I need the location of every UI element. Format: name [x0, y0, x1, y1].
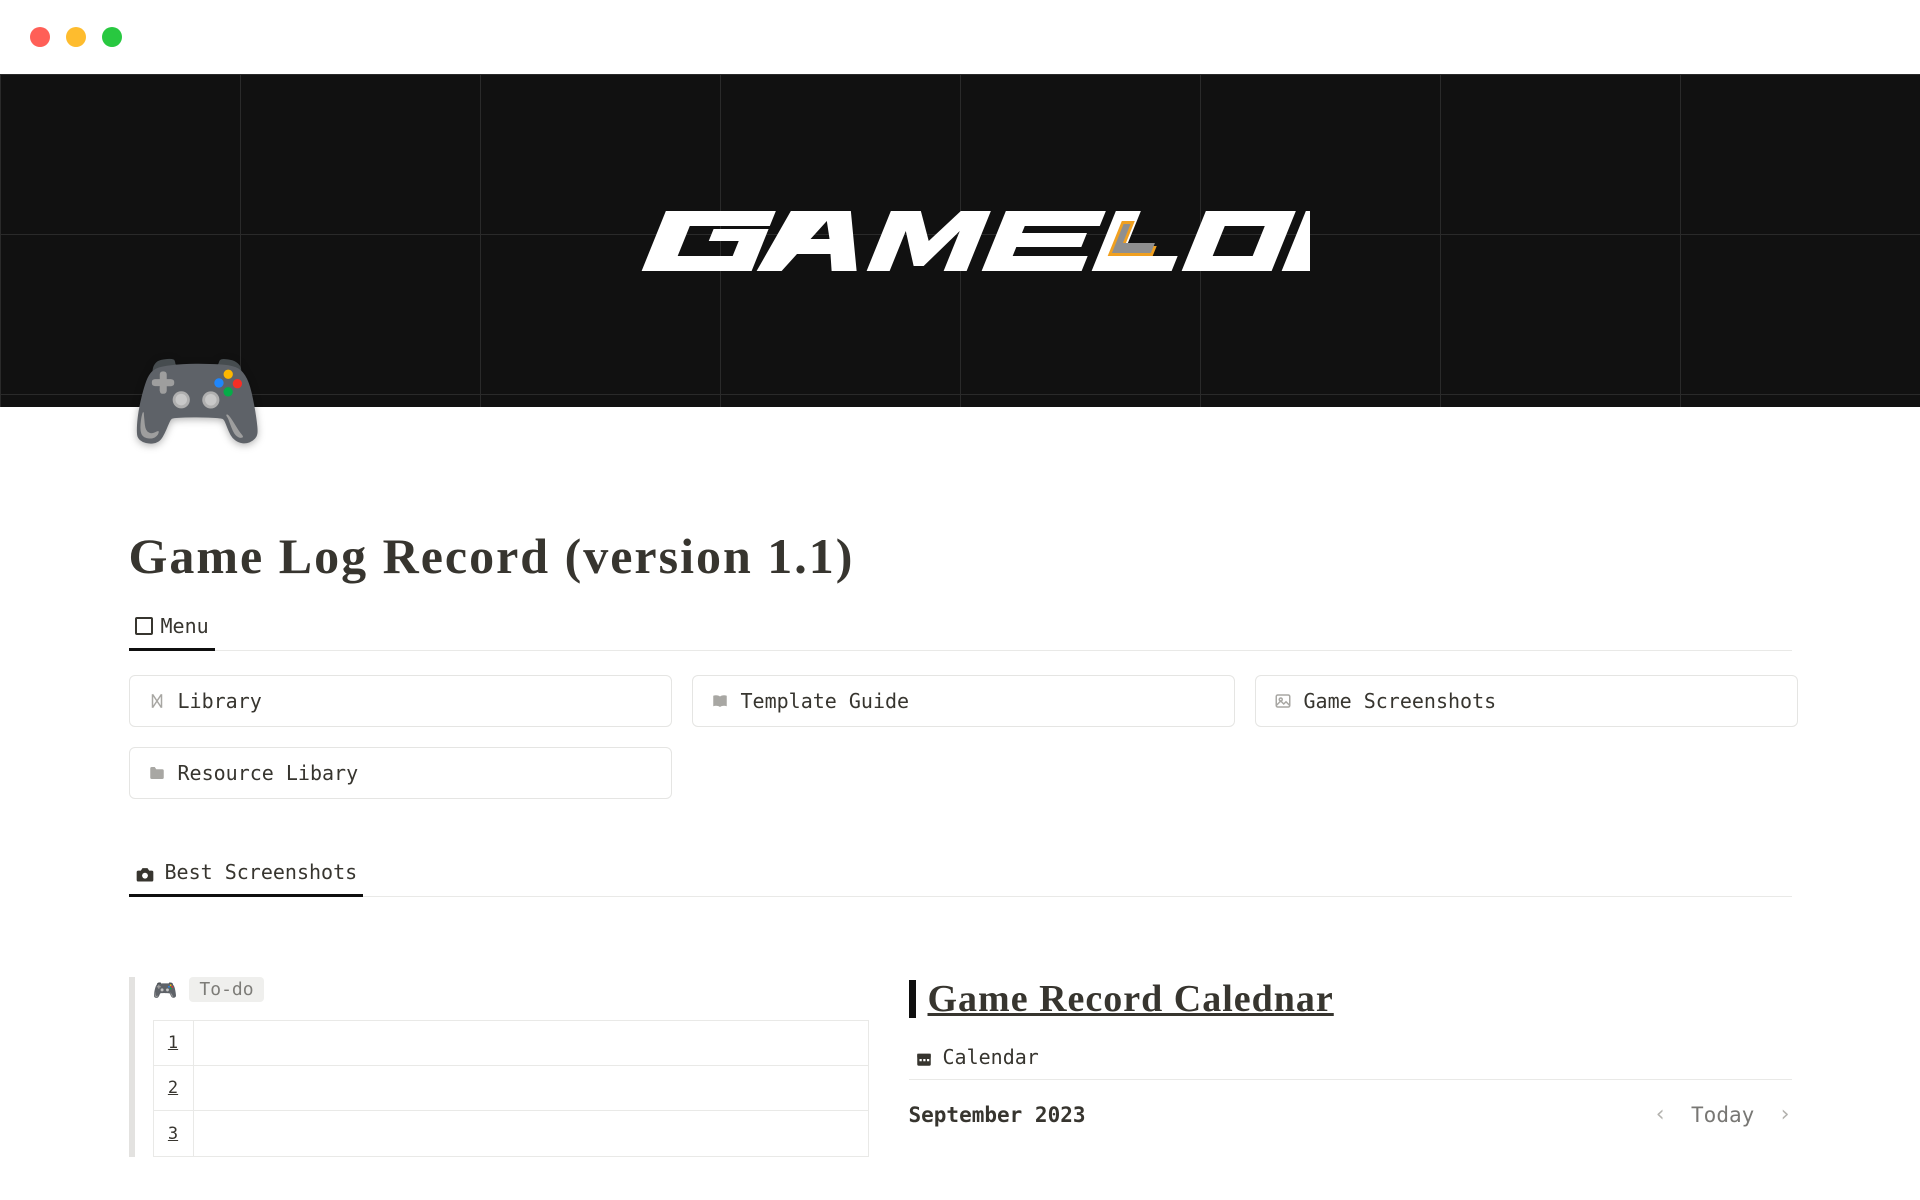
window-close-button[interactable] — [30, 27, 50, 47]
card-library-label: Library — [178, 689, 262, 713]
lower-columns: 🎮 To-do 1 2 3 — [129, 977, 1792, 1157]
card-game-screenshots[interactable]: Game Screenshots — [1255, 675, 1798, 727]
card-resource-library[interactable]: Resource Libary — [129, 747, 672, 799]
menu-card-grid: Library Template Guide Game Screenshots … — [129, 675, 1792, 799]
todo-tag: To-do — [189, 977, 263, 1002]
page-title[interactable]: Game Log Record (version 1.1) — [129, 527, 1792, 585]
calendar-block: Game Record Calednar Calendar September … — [909, 977, 1792, 1127]
todo-block: 🎮 To-do 1 2 3 — [129, 977, 869, 1157]
todo-row[interactable]: 2 — [154, 1066, 868, 1111]
calendar-header: September 2023 ‹ Today › — [909, 1102, 1792, 1127]
calendar-today-button[interactable]: Today — [1691, 1103, 1754, 1127]
todo-row[interactable]: 3 — [154, 1111, 868, 1156]
notion-page-icon — [148, 692, 166, 710]
card-library[interactable]: Library — [129, 675, 672, 727]
cover-image — [0, 74, 1920, 407]
best-screenshots-tab-row: Best Screenshots — [129, 859, 1792, 897]
tab-menu-label: Menu — [161, 614, 209, 638]
folder-icon — [148, 764, 166, 782]
mac-titlebar — [0, 0, 1920, 74]
card-template-guide[interactable]: Template Guide — [692, 675, 1235, 727]
todo-row-number: 1 — [154, 1021, 194, 1065]
tab-best-screenshots[interactable]: Best Screenshots — [129, 860, 364, 897]
tab-calendar[interactable]: Calendar — [909, 1045, 1045, 1079]
book-open-icon — [711, 692, 729, 710]
calendar-title-bar — [909, 980, 916, 1018]
todo-row-number: 3 — [154, 1111, 194, 1156]
card-template-guide-label: Template Guide — [741, 689, 910, 713]
calendar-month-label: September 2023 — [909, 1103, 1086, 1127]
square-icon — [135, 617, 153, 635]
card-game-screenshots-label: Game Screenshots — [1304, 689, 1497, 713]
gamepad-icon: 🎮 — [153, 978, 178, 1002]
calendar-nav: ‹ Today › — [1654, 1102, 1792, 1127]
todo-row[interactable]: 1 — [154, 1021, 868, 1066]
calendar-title-wrap: Game Record Calednar — [909, 977, 1792, 1021]
tab-menu[interactable]: Menu — [129, 614, 215, 651]
views-tab-row: Menu — [129, 613, 1792, 651]
tab-best-screenshots-label: Best Screenshots — [165, 860, 358, 884]
card-resource-library-label: Resource Libary — [178, 761, 359, 785]
window-zoom-button[interactable] — [102, 27, 122, 47]
todo-header: 🎮 To-do — [153, 977, 869, 1002]
calendar-next-button[interactable]: › — [1778, 1102, 1791, 1127]
calendar-prev-button[interactable]: ‹ — [1654, 1102, 1667, 1127]
window-minimize-button[interactable] — [66, 27, 86, 47]
tab-calendar-label: Calendar — [943, 1045, 1039, 1069]
page-icon[interactable]: 🎮 — [129, 347, 266, 457]
todo-row-number: 2 — [154, 1066, 194, 1110]
cover-logo — [610, 176, 1310, 306]
calendar-title[interactable]: Game Record Calednar — [928, 977, 1334, 1021]
camera-icon — [135, 860, 155, 884]
image-icon — [1274, 692, 1292, 710]
calendar-icon — [915, 1045, 933, 1069]
calendar-views-tab-row: Calendar — [909, 1045, 1792, 1080]
todo-list: 1 2 3 — [153, 1020, 869, 1157]
